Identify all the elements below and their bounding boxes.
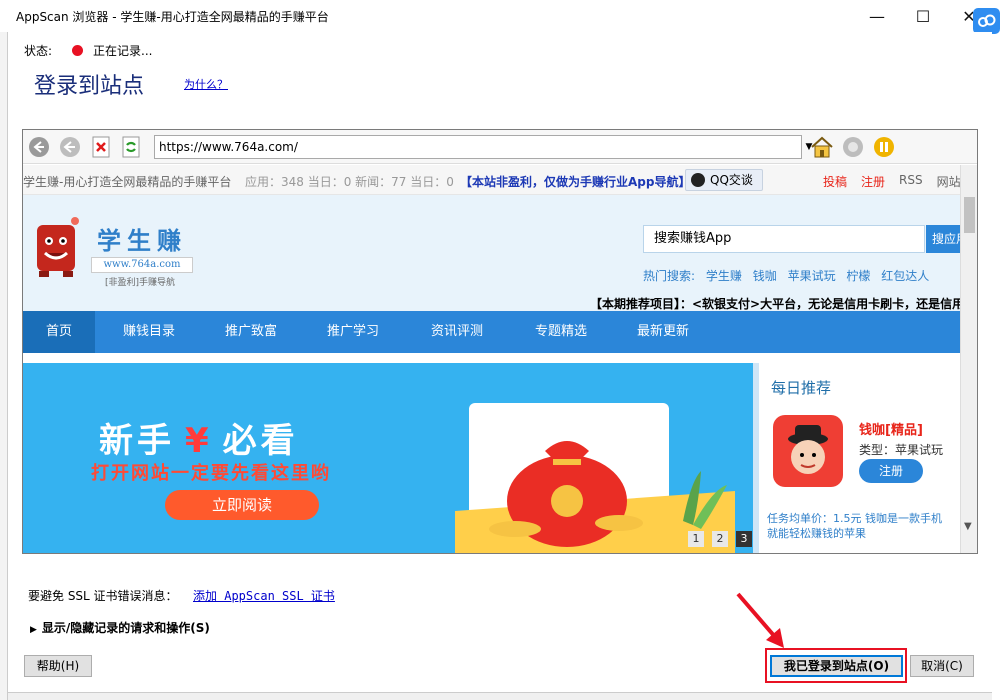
recording-dot-icon — [72, 45, 84, 56]
read-now-button[interactable]: 立即阅读 — [165, 490, 319, 520]
hot-search-item[interactable]: 苹果试玩 — [788, 269, 836, 283]
site-name: 学生赚-用心打造全网最精品的手赚平台 — [23, 175, 232, 189]
site-notice: 【本站非盈利，仅做为手赚行业App导航】 — [460, 175, 691, 189]
scroll-down-icon[interactable]: ▼ — [964, 521, 972, 532]
status-row: 状态: 正在记录... — [24, 42, 153, 59]
banner-subtitle: 打开网站一定要先看这里哟 — [91, 463, 331, 484]
browser-toolbar: https://www.764a.com/ ▼ — [23, 130, 977, 164]
add-ssl-cert-link[interactable]: 添加 AppScan SSL 证书 — [193, 587, 335, 604]
daily-recommend-title: 每日推荐 — [771, 379, 832, 397]
hero-banner[interactable]: 新手 ¥ 必看 打开网站一定要先看这里哟 立即阅读 1 2 3 — [23, 363, 753, 553]
banner-title: 新手 ¥ 必看 — [99, 413, 299, 462]
back-icon[interactable] — [28, 136, 50, 158]
cloud-app-icon[interactable] — [973, 8, 1000, 34]
nav-item-learn[interactable]: 推广学习 — [313, 311, 393, 353]
window-titlebar: AppScan 浏览器 - 学生赚-用心打造全网最精品的手赚平台 — ☐ ✕ — [0, 0, 1000, 32]
qianka-app-icon[interactable] — [773, 415, 843, 487]
stop-icon[interactable] — [91, 136, 113, 158]
top-link-submit[interactable]: 投稿 — [823, 173, 847, 190]
banner-title-mid: ¥ — [185, 421, 213, 461]
maximize-icon: ☐ — [915, 6, 931, 26]
window-title: AppScan 浏览器 - 学生赚-用心打造全网最精品的手赚平台 — [16, 10, 329, 24]
minimize-icon: — — [869, 6, 885, 26]
annotation-arrow-icon — [732, 588, 792, 650]
scrollbar-thumb[interactable] — [964, 197, 975, 233]
qq-chat-label: QQ交谈 — [710, 173, 753, 187]
banner-page-2[interactable]: 2 — [712, 531, 728, 547]
nav-item-catalog[interactable]: 赚钱目录 — [109, 311, 189, 353]
url-input[interactable]: https://www.764a.com/ — [154, 135, 802, 159]
nav-item-news[interactable]: 资讯评测 — [417, 311, 497, 353]
banner-title-left: 新手 — [99, 421, 175, 461]
background-window-strip — [0, 32, 8, 700]
status-label: 状态: — [24, 44, 53, 58]
refresh-icon[interactable] — [121, 136, 143, 158]
logo-tagline: [非盈利]手赚导航 — [105, 278, 176, 288]
banner-page-3[interactable]: 3 — [736, 531, 752, 547]
hot-search-item[interactable]: 红包达人 — [881, 269, 929, 283]
record-icon[interactable] — [842, 136, 864, 158]
hot-search-item[interactable]: 钱咖 — [753, 269, 777, 283]
page-title: 登录到站点 — [34, 74, 145, 99]
embedded-browser: https://www.764a.com/ ▼ 学生赚-用心打造全网最精品的手赚… — [22, 129, 978, 554]
qq-chat-button[interactable]: QQ交谈 — [685, 169, 763, 191]
help-button[interactable]: 帮助(H) — [24, 655, 92, 677]
top-link-rss[interactable]: RSS — [899, 173, 923, 190]
banner-page-1[interactable]: 1 — [688, 531, 704, 547]
toggle-recorded-requests-label: 显示/隐藏记录的请求和操作(S) — [41, 621, 210, 635]
search-input[interactable]: 搜索赚钱App — [643, 225, 925, 253]
nav-item-promote[interactable]: 推广致富 — [211, 311, 291, 353]
qq-penguin-icon — [691, 173, 705, 187]
app-name[interactable]: 钱咖[精品] — [859, 419, 923, 438]
mascot-logo-icon[interactable] — [29, 215, 83, 279]
hot-search-row: 热门搜索: 学生赚 钱咖 苹果试玩 柠檬 红包达人 — [643, 267, 936, 284]
promo-ticker[interactable]: 【本期推荐项目】：<软银支付>大平台，无论是信用卡刷卡，还是信用 — [590, 295, 964, 312]
logo-url: www.764a.com — [91, 257, 193, 273]
nav-item-latest[interactable]: 最新更新 — [623, 311, 703, 353]
site-navbar: 首页 赚钱目录 推广致富 推广学习 资讯评测 专题精选 最新更新 — [23, 311, 960, 353]
site-header: 学生赚 www.764a.com [非盈利]手赚导航 搜索赚钱App 搜应用 热… — [23, 195, 964, 311]
app-description-line: 任务均单价：1.5元 钱咖是一款手机 — [767, 512, 942, 525]
app-type: 类型：苹果试玩 — [859, 443, 944, 457]
daily-recommend-panel: 每日推荐 钱咖[精品] 类型：苹果试玩 注册 任务均单价：1.5元 钱咖是一款手… — [753, 363, 963, 553]
logo-text: 学生赚 — [97, 226, 187, 255]
hot-search-item[interactable]: 学生赚 — [706, 269, 742, 283]
minimize-button[interactable]: — — [854, 0, 900, 32]
top-link-site[interactable]: 网站 — [937, 173, 961, 190]
site-infobar: 学生赚-用心打造全网最精品的手赚平台 应用：348 当日：0 新闻：77 当日：… — [23, 165, 961, 195]
banner-title-right: 必看 — [222, 421, 299, 461]
ssl-hint-text: 要避免 SSL 证书错误消息： — [28, 589, 178, 603]
forward-icon[interactable] — [59, 136, 81, 158]
nav-item-topics[interactable]: 专题精选 — [521, 311, 601, 353]
home-icon[interactable] — [810, 136, 833, 158]
top-link-register[interactable]: 注册 — [861, 173, 885, 190]
top-links: 投稿 注册 RSS 网站 — [823, 173, 961, 190]
maximize-button[interactable]: ☐ — [900, 0, 946, 32]
hot-search-item[interactable]: 柠檬 — [846, 269, 870, 283]
why-link[interactable]: 为什么？ — [184, 76, 228, 92]
search-button[interactable]: 搜应用 — [926, 225, 960, 253]
hot-search-label: 热门搜索: — [643, 269, 696, 283]
web-content: 学生赚-用心打造全网最精品的手赚平台 应用：348 当日：0 新闻：77 当日：… — [23, 165, 977, 553]
nav-item-home[interactable]: 首页 — [23, 311, 95, 353]
app-register-button[interactable]: 注册 — [859, 459, 923, 483]
app-description: 任务均单价：1.5元 钱咖是一款手机 就能轻松赚钱的苹果 — [767, 511, 963, 541]
web-scrollbar[interactable]: ▼ — [960, 165, 977, 553]
pause-icon[interactable] — [873, 136, 895, 158]
expand-arrow-icon: ▶ — [30, 625, 37, 635]
app-description-line: 就能轻松赚钱的苹果 — [767, 527, 866, 540]
status-text: 正在记录... — [93, 44, 153, 58]
logged-in-button[interactable]: 我已登录到站点(O) — [770, 655, 903, 677]
site-stats: 应用：348 当日：0 新闻：77 当日：0 — [245, 175, 454, 189]
window-bottom-edge — [8, 692, 992, 700]
toggle-recorded-requests[interactable]: ▶ 显示/隐藏记录的请求和操作(S) — [30, 619, 210, 636]
cancel-button[interactable]: 取消(C) — [910, 655, 974, 677]
